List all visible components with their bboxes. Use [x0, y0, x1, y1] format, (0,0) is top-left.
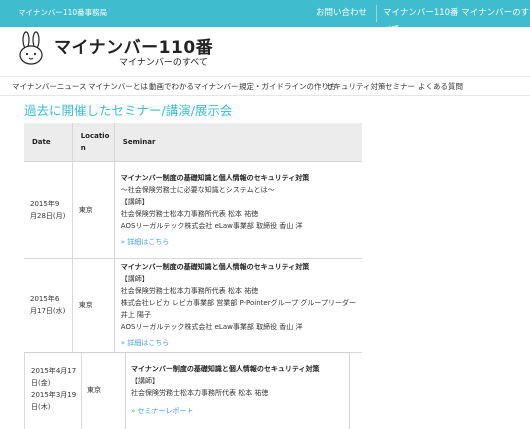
- header-seminar: Seminar: [113, 123, 362, 162]
- seminar-line: AOSリーガルテック株式会社 eLaw事業部 取締役 香山 洋: [120, 323, 303, 331]
- seminar-line: 【講師】: [131, 377, 159, 385]
- row-seminar: マイナンバー制度の基礎知識と個人情報のセキュリティ対策 【講師】 社会保険労務士…: [131, 363, 319, 417]
- main-nav: マイナンバーニュース マイナンバーとは 動画でわかるマイナンバー 規定・ガイドラ…: [0, 76, 530, 96]
- seminar-title: マイナンバー制度の基礎知識と個人情報のセキュリティ対策: [120, 173, 310, 182]
- nav-item-news[interactable]: マイナンバーニュース: [12, 81, 86, 92]
- nav-item-security[interactable]: セキュリティ対策: [326, 81, 386, 92]
- row-seminar: マイナンバー制度の基礎知識と個人情報のセキュリティ対策 【講師】 社会保険労務士…: [113, 258, 362, 353]
- nav-item-seminar[interactable]: セミナー: [385, 81, 415, 92]
- column-divider: [81, 353, 82, 429]
- seminar-table: Date Locatio n Seminar 2015年9月28日(月) 東京 …: [24, 123, 362, 353]
- table-row: 2015年9月28日(月) 東京 マイナンバー制度の基礎知識と個人情報のセキュリ…: [24, 161, 362, 259]
- contact-link[interactable]: お問い合わせ: [316, 5, 378, 22]
- seminar-title: マイナンバー制度の基礎知識と個人情報のセキュリティ対策: [131, 365, 320, 373]
- top-bar: マイナンバー110番事務局 お問い合わせ マイナンバー110番 マイナンバーのす…: [0, 0, 530, 35]
- row-location: 東京: [71, 258, 115, 353]
- header-date: Date: [24, 123, 73, 162]
- nav-item-faq[interactable]: よくある質問: [418, 81, 463, 92]
- column-divider: [125, 353, 126, 429]
- seminar-line: 【講師】: [120, 275, 149, 283]
- seminar-line: 社会保険労務士松本力事務所代表 松本 祐徳: [131, 389, 269, 397]
- row-seminar: マイナンバー制度の基礎知識と個人情報のセキュリティ対策 〜社会保険労務士に必要な…: [113, 161, 362, 259]
- page-title: 過去に開催したセミナー/講演/展示会: [24, 103, 233, 118]
- row-date: 2015年9月28日(月): [24, 161, 73, 259]
- seminar-line: AOSリーガルテック株式会社 eLaw事業部 取締役 香山 洋: [120, 221, 303, 230]
- nav-item-guideline[interactable]: 規定・ガイドラインの作り方: [239, 81, 337, 92]
- row-date: 2015年6月17日(水): [24, 258, 73, 353]
- nav-item-about[interactable]: マイナンバーとは: [88, 81, 148, 92]
- seminar-line: 社会保険労務士松本力事務所代表 松本 祐徳: [120, 209, 259, 218]
- site-id-text: マイナンバー110番事務局: [18, 8, 108, 17]
- row-location: 東京: [87, 386, 101, 394]
- header-location: Locatio n: [71, 123, 115, 162]
- table-row: 2015年4月17日(金) 2015年3月19日(木) 東京 マイナンバー制度の…: [24, 352, 350, 429]
- nav-item-video[interactable]: 動画でわかるマイナンバー: [149, 81, 239, 92]
- seminar-line: 【講師】: [120, 197, 149, 206]
- seminar-line: 井上 陽子: [120, 311, 152, 319]
- seminar-title: マイナンバー制度の基礎知識と個人情報のセキュリティ対策: [120, 263, 310, 271]
- seminar-line: 〜社会保険労務士に必要な知識とシステムとは〜: [120, 185, 275, 194]
- row-location: 東京: [71, 161, 115, 259]
- details-link[interactable]: » 詳細はこちら: [121, 236, 356, 248]
- site-subtitle: マイナンバーのすべて: [119, 58, 208, 68]
- report-link[interactable]: » セミナーレポート: [131, 405, 319, 417]
- table-header-row: Date Locatio n Seminar: [24, 123, 362, 162]
- row-date: 2015年4月17日(金) 2015年3月19日(木): [31, 367, 77, 411]
- seminar-line: 社会保険労務士松本力事務所代表 松本 祐徳: [120, 287, 259, 295]
- rabbit-logo-icon[interactable]: [14, 31, 50, 67]
- table-row: 2015年6月17日(水) 東京 マイナンバー制度の基礎知識と個人情報のセキュリ…: [24, 258, 362, 353]
- all-about-link[interactable]: マイナンバー110番 マイナンバーのすべて: [383, 5, 530, 39]
- seminar-line: 株式会社レビカ レビカ事業部 営業部 P-Pointerグループ グループリーダ…: [120, 299, 356, 307]
- details-link[interactable]: » 詳細はこちら: [121, 337, 356, 349]
